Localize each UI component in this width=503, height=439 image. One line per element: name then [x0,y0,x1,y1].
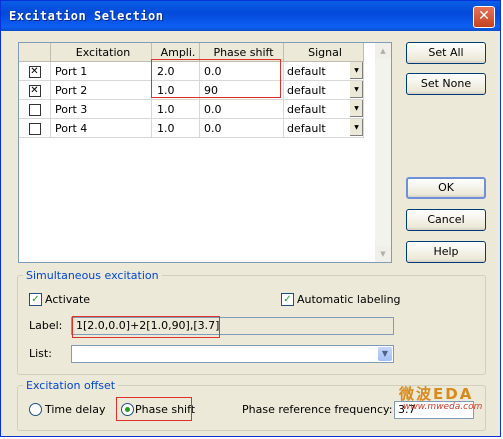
watermark-url: www.mweda.com [403,402,483,412]
automatic-labeling-label: Automatic labeling [297,293,401,306]
port-3-name: Port 3 [50,99,152,119]
activate-checkbox[interactable]: ✓ [29,293,42,306]
phase-shift-highlight [116,397,192,421]
port-3-ampli[interactable]: 1.0 [151,99,200,119]
port-2-name: Port 2 [50,80,152,100]
close-button[interactable]: ✕ [473,6,495,28]
header-excitation[interactable]: Excitation [50,43,152,62]
scroll-up-icon[interactable]: ▲ [375,43,391,59]
label-highlight [72,316,220,338]
cancel-button[interactable]: Cancel [406,209,486,231]
port-3-phase[interactable]: 0.0 [199,99,284,119]
label-caption: Label: [29,319,63,332]
table-row: Port 4 1.0 0.0 default ▼ [19,118,364,138]
port-2-signal[interactable]: default ▼ [283,80,364,100]
excitation-offset-label: Excitation offset [23,379,119,392]
port-4-name: Port 4 [50,118,152,138]
set-none-button[interactable]: Set None [406,73,486,95]
phase-reference-frequency-label: Phase reference frequency: [242,403,393,416]
title-bar[interactable]: Excitation Selection ✕ [1,1,500,31]
time-delay-radio[interactable] [29,403,42,416]
port-3-signal[interactable]: default ▼ [283,99,364,119]
watermark-logo: 微波EDA [399,385,474,403]
port-1-signal-value: default [287,64,326,78]
scroll-down-icon[interactable]: ▼ [375,246,391,262]
ok-button[interactable]: OK [406,177,486,199]
time-delay-label: Time delay [45,403,106,416]
chevron-down-icon[interactable]: ▼ [378,347,392,361]
dropdown-arrow-icon[interactable]: ▼ [349,62,363,79]
port-4-signal-value: default [287,121,326,135]
port-1-signal[interactable]: default ▼ [283,61,364,81]
dropdown-arrow-icon[interactable]: ▼ [349,100,363,117]
set-all-button[interactable]: Set All [406,42,486,64]
excitation-selection-dialog: Excitation Selection ✕ Excitation Ampli.… [0,0,501,437]
help-button[interactable]: Help [406,241,486,263]
port-4-checkbox[interactable] [28,122,41,135]
window-title: Excitation Selection [9,9,164,23]
activate-label: Activate [45,293,91,306]
dropdown-arrow-icon[interactable]: ▼ [349,81,363,98]
list-caption: List: [29,347,52,360]
grid-vertical-scrollbar[interactable]: ▲ ▼ [375,43,391,262]
ampli-phase-highlight [151,59,281,98]
port-4-signal[interactable]: default ▼ [283,118,364,138]
simultaneous-excitation-label: Simultaneous excitation [23,269,162,282]
port-1-checkbox[interactable]: ✕ [28,65,41,78]
port-4-ampli[interactable]: 1.0 [151,118,200,138]
header-checkbox [19,43,51,62]
port-3-checkbox[interactable] [28,103,41,116]
port-2-checkbox[interactable]: ✕ [28,84,41,97]
table-row: Port 3 1.0 0.0 default ▼ [19,99,364,119]
port-4-phase[interactable]: 0.0 [199,118,284,138]
port-1-name: Port 1 [50,61,152,81]
list-combo[interactable]: ▼ [71,345,394,363]
port-2-signal-value: default [287,83,326,97]
header-signal[interactable]: Signal [283,43,364,62]
dropdown-arrow-icon[interactable]: ▼ [349,119,363,136]
automatic-labeling-checkbox[interactable]: ✓ [281,293,294,306]
port-3-signal-value: default [287,102,326,116]
